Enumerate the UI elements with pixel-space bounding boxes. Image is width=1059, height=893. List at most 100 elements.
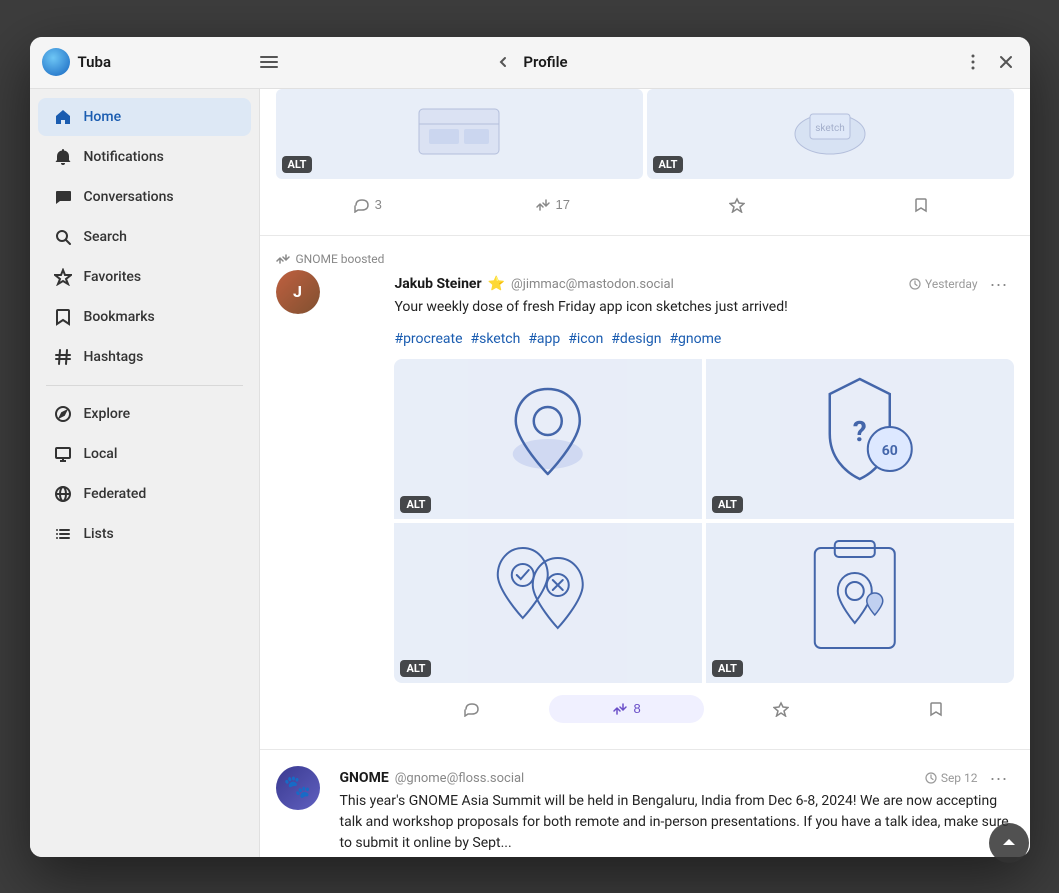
sidebar-item-explore[interactable]: Explore (38, 395, 251, 433)
sidebar-item-bookmarks[interactable]: Bookmarks (38, 298, 251, 336)
sidebar-label-local: Local (84, 446, 118, 462)
author-avatar: J (276, 270, 320, 314)
author-star: ⭐ (488, 276, 505, 292)
sidebar-label-explore: Explore (84, 406, 131, 422)
gnome-asia-post: 🐾 GNOME @gnome@floss.social Sep 12 ··· (260, 750, 1030, 857)
svg-text:sketch: sketch (815, 123, 844, 134)
favorite-button[interactable] (645, 191, 830, 219)
alt-badge-2[interactable]: ALT (653, 156, 684, 173)
sidebar-item-conversations[interactable]: Conversations (38, 178, 251, 216)
titlebar-left: Tuba (42, 48, 282, 76)
hash-icon (54, 348, 72, 366)
sidebar-divider (46, 385, 243, 386)
sketch-question-shield: 60 ? (706, 359, 1014, 519)
boost-button[interactable]: 17 (460, 191, 645, 219)
sidebar-label-federated: Federated (84, 486, 147, 502)
globe-icon (54, 485, 72, 503)
image-grid: ALT 60 (394, 359, 1013, 683)
image-cell-4: ALT (706, 523, 1014, 683)
sidebar-label-bookmarks: Bookmarks (84, 309, 155, 325)
alt-badge[interactable]: ALT (282, 156, 313, 173)
gnome-avatar: 🐾 (276, 766, 320, 810)
alt-badge-img3[interactable]: ALT (400, 660, 431, 677)
author-line: Jakub Steiner ⭐ @jimmac@mastodon.social … (394, 272, 1013, 297)
sidebar-item-search[interactable]: Search (38, 218, 251, 256)
gnome-author-name: GNOME (340, 770, 389, 786)
menu-button[interactable] (256, 49, 282, 75)
page-title: Profile (523, 53, 567, 71)
svg-text:?: ? (853, 415, 867, 448)
image-cell-1: ALT (394, 359, 702, 519)
scroll-to-top-button[interactable] (989, 823, 1029, 863)
sketch-location-checkx (394, 523, 702, 683)
sidebar-item-home[interactable]: Home (38, 98, 251, 136)
author-handle: @jimmac@mastodon.social (511, 277, 674, 292)
clock-icon (909, 278, 921, 290)
boosted-by-label: GNOME boosted (296, 252, 385, 266)
sidebar-label-conversations: Conversations (84, 189, 174, 205)
partial-actions: 3 17 (276, 191, 1014, 219)
search-icon (54, 228, 72, 246)
partial-image-1: ALT (276, 89, 643, 179)
alt-badge-img4[interactable]: ALT (712, 660, 743, 677)
reply-button-2[interactable] (394, 695, 549, 723)
more-options-button[interactable] (960, 49, 986, 75)
titlebar-center: Profile (282, 50, 778, 74)
tag-app[interactable]: #app (528, 331, 560, 347)
tag-icon[interactable]: #icon (568, 331, 603, 347)
tag-procreate[interactable]: #procreate (394, 331, 462, 347)
post-meta: Jakub Steiner ⭐ @jimmac@mastodon.social … (394, 252, 1013, 723)
sidebar-item-federated[interactable]: Federated (38, 475, 251, 513)
explore-icon (54, 405, 72, 423)
post-time: Yesterday (909, 277, 978, 291)
partial-image-2: ALT sketch (647, 89, 1014, 179)
gnome-asia-header: 🐾 GNOME @gnome@floss.social Sep 12 ··· (276, 766, 1014, 857)
gnome-content: This year's GNOME Asia Summit will be he… (340, 791, 1014, 854)
avatar-wrap: GNOME boosted J (276, 252, 385, 314)
list-icon (54, 525, 72, 543)
sidebar-item-hashtags[interactable]: Hashtags (38, 338, 251, 376)
boost-count-2: 8 (633, 701, 640, 716)
home-icon (54, 108, 72, 126)
post-more-button[interactable]: ··· (984, 272, 1014, 297)
content-area: ALT ALT sketch (260, 89, 1030, 857)
tag-sketch[interactable]: #sketch (470, 331, 520, 347)
tag-design[interactable]: #design (611, 331, 661, 347)
reply-count: 3 (375, 197, 382, 212)
titlebar: Tuba Profile (30, 37, 1030, 89)
post-content: Your weekly dose of fresh Friday app ico… (394, 297, 1013, 318)
image-cell-3: ALT (394, 523, 702, 683)
reply-button[interactable]: 3 (276, 191, 461, 219)
alt-badge-img1[interactable]: ALT (400, 496, 431, 513)
gnome-author-handle: @gnome@floss.social (395, 771, 525, 786)
favorite-button-2[interactable] (704, 695, 859, 723)
post-tags: #procreate #sketch #app #icon #design #g… (394, 328, 1013, 347)
bookmark-button-2[interactable] (859, 695, 1014, 723)
sidebar-label-lists: Lists (84, 526, 114, 542)
post-header: GNOME boosted J Jakub Steiner ⭐ @jimmac@… (276, 252, 1014, 723)
partial-post: ALT ALT sketch (260, 89, 1030, 236)
sidebar-item-favorites[interactable]: Favorites (38, 258, 251, 296)
app-window: Tuba Profile (30, 37, 1030, 857)
tag-gnome[interactable]: #gnome (669, 331, 721, 347)
sidebar-item-local[interactable]: Local (38, 435, 251, 473)
alt-badge-img2[interactable]: ALT (712, 496, 743, 513)
titlebar-right (778, 49, 1018, 75)
sidebar: Home Notifications Conversations Search … (30, 89, 260, 857)
gnome-author-line: GNOME @gnome@floss.social Sep 12 ··· (340, 766, 1014, 791)
boost-button-2[interactable]: 8 (549, 695, 704, 723)
boost-count: 17 (556, 197, 570, 212)
back-button[interactable] (491, 50, 515, 74)
gnome-time-text: Sep 12 (941, 771, 978, 785)
clock-icon-2 (925, 772, 937, 784)
svg-text:60: 60 (882, 443, 898, 459)
bookmark-button[interactable] (829, 191, 1014, 219)
message-icon (54, 188, 72, 206)
close-button[interactable] (994, 50, 1018, 74)
sidebar-item-notifications[interactable]: Notifications (38, 138, 251, 176)
gnome-post-actions: 8 (394, 695, 1013, 723)
sidebar-label-notifications: Notifications (84, 149, 164, 165)
gnome-more-button[interactable]: ··· (984, 766, 1014, 791)
gnome-post-time: Sep 12 (925, 771, 978, 785)
sidebar-item-lists[interactable]: Lists (38, 515, 251, 553)
